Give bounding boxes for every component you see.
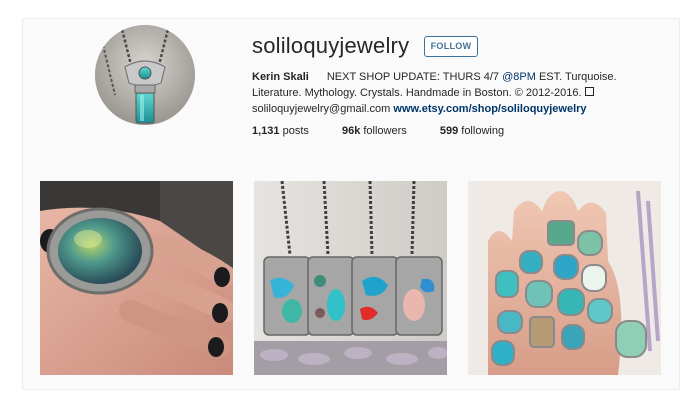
website-link[interactable]: www.etsy.com/shop/soliloquyjewelry <box>393 103 586 115</box>
emoji-box-icon <box>584 87 594 96</box>
bio-time-link[interactable]: @8PM <box>502 71 536 83</box>
following-count: 599 <box>439 125 459 137</box>
post-thumbnail-2[interactable] <box>254 181 447 375</box>
posts-count: 1,131 <box>252 125 280 137</box>
followers-count: 96k <box>341 125 361 137</box>
bio-email: soliloquyjewelry@gmail.com <box>252 103 391 115</box>
posts-label: posts <box>279 125 309 137</box>
following-stat[interactable]: 599 following <box>440 125 504 137</box>
post-thumbnail-1[interactable] <box>40 181 233 375</box>
profile-bio: Kerin Skali NEXT SHOP UPDATE: THURS 4/7 @… <box>252 69 664 117</box>
profile-stats: 1,131 posts 96k followers 599 following <box>252 125 534 137</box>
profile-page: soliloquyjewelry FOLLOW Kerin Skali NEXT … <box>22 18 680 390</box>
display-name: Kerin Skali <box>252 71 309 83</box>
post-thumbnail-3[interactable] <box>468 181 661 375</box>
pendant-avatar-icon <box>95 25 195 125</box>
follow-button[interactable]: FOLLOW <box>424 36 478 57</box>
posts-stat: 1,131 posts <box>252 125 309 137</box>
following-label: following <box>458 125 505 137</box>
turquoise-pendants-photo-icon <box>254 181 447 375</box>
avatar[interactable] <box>95 25 195 125</box>
labradorite-ring-photo-icon <box>40 181 233 375</box>
stacked-rings-photo-icon <box>468 181 661 375</box>
bio-text: NEXT SHOP UPDATE: THURS 4/7 <box>326 71 503 83</box>
followers-stat[interactable]: 96k followers <box>342 125 407 137</box>
followers-label: followers <box>360 125 407 137</box>
profile-username: soliloquyjewelry <box>252 33 410 58</box>
